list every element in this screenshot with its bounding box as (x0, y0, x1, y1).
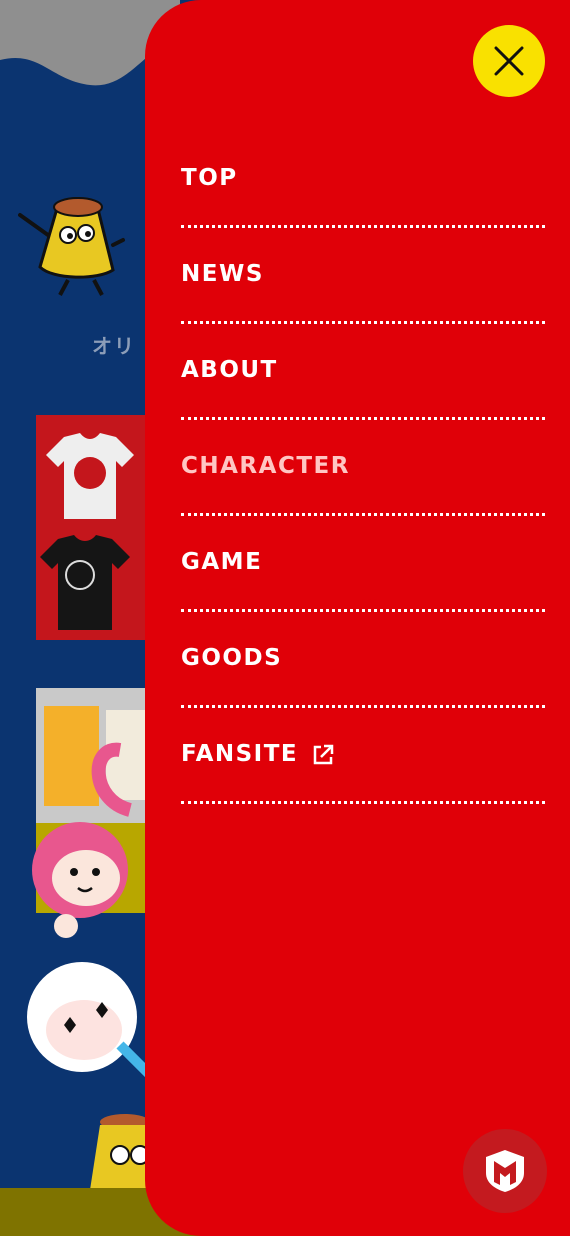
menu-item-label: ABOUT (181, 357, 278, 383)
menu-item-label: TOP (181, 165, 238, 191)
close-icon (494, 46, 524, 76)
page: オリ TOP NEWS ABOUT CHARACTER GAME GOODS F… (0, 0, 570, 1236)
background-goods-image-tshirts (36, 415, 156, 640)
menu-item-about[interactable]: ABOUT (181, 324, 545, 420)
white-monkey-character (27, 962, 154, 1079)
menu-item-game[interactable]: GAME (181, 516, 545, 612)
menu-item-label: GAME (181, 549, 263, 575)
security-badge-button[interactable] (463, 1129, 547, 1213)
background-section-heading: オリ (92, 334, 136, 358)
drawer-menu: TOP NEWS ABOUT CHARACTER GAME GOODS FANS… (181, 132, 545, 804)
background-mascot-illustration (18, 197, 125, 296)
black-tshirt-image (40, 535, 130, 630)
menu-item-label: FANSITE (181, 741, 299, 767)
menu-item-label: GOODS (181, 645, 283, 671)
menu-item-news[interactable]: NEWS (181, 228, 545, 324)
white-tshirt-image (46, 433, 134, 519)
menu-item-top[interactable]: TOP (181, 132, 545, 228)
pink-monkey-character (32, 742, 133, 938)
menu-item-fansite[interactable]: FANSITE (181, 708, 545, 804)
close-menu-button[interactable] (473, 25, 545, 97)
navigation-drawer: TOP NEWS ABOUT CHARACTER GAME GOODS FANS… (145, 0, 570, 1236)
menu-item-label: NEWS (181, 261, 264, 287)
menu-item-character[interactable]: CHARACTER (181, 420, 545, 516)
menu-item-goods[interactable]: GOODS (181, 612, 545, 708)
external-link-icon (313, 744, 334, 764)
menu-item-label: CHARACTER (181, 453, 350, 479)
mcafee-shield-icon (486, 1150, 524, 1192)
